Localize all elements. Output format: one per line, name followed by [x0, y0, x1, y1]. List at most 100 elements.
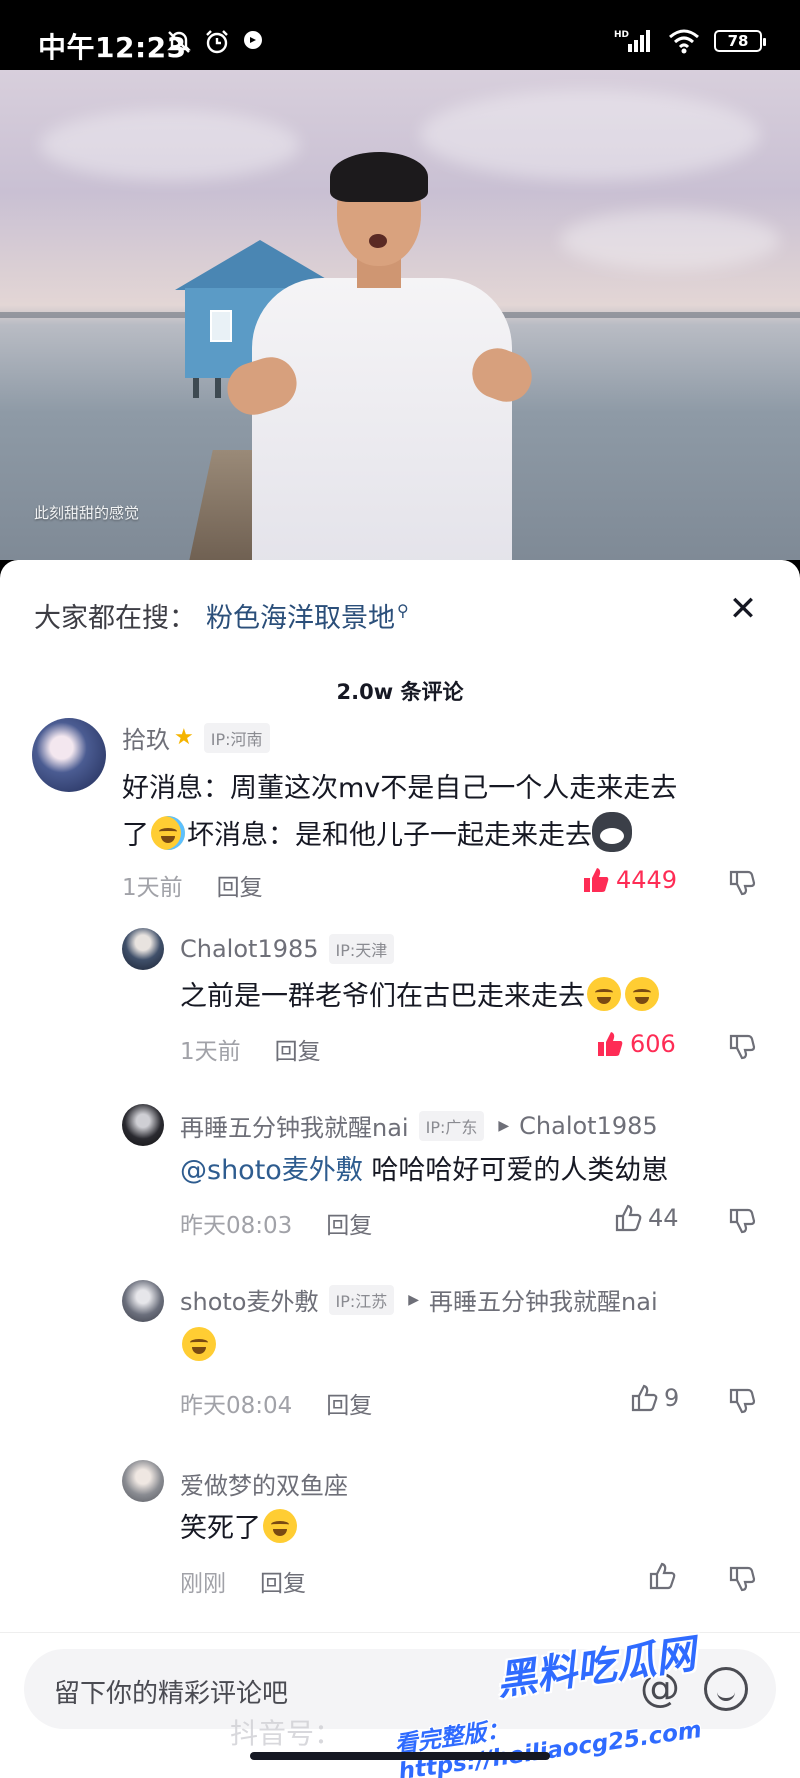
- reply-target[interactable]: ▶ 再睡五分钟我就醒nai: [408, 1282, 657, 1317]
- wifi-icon: [669, 29, 699, 54]
- thumbs-down-icon[interactable]: [728, 1564, 756, 1592]
- status-icons-right: HD 78: [614, 28, 766, 54]
- thumbs-up-icon: [631, 1384, 658, 1412]
- comment-username[interactable]: shoto麦外敷 IP:江苏 ▶ 再睡五分钟我就醒nai: [180, 1282, 658, 1317]
- app-notification-icon: [244, 31, 262, 49]
- reply-target-name[interactable]: Chalot1985: [519, 1112, 658, 1140]
- signal-icon: HD: [614, 30, 650, 52]
- reply-button[interactable]: 回复: [326, 1386, 372, 1420]
- thumbs-up-filled-icon: [598, 1032, 623, 1056]
- ip-badge: IP:天津: [328, 934, 395, 964]
- like-count: 606: [630, 1030, 676, 1058]
- username-text[interactable]: 再睡五分钟我就醒nai: [180, 1108, 409, 1143]
- comment-time: 刚刚: [180, 1571, 226, 1597]
- comment-time: 1天前: [180, 1039, 241, 1065]
- comment-meta: 昨天08:04 回复: [180, 1386, 372, 1420]
- like-count: 9: [664, 1384, 680, 1412]
- comment-time: 昨天08:04: [180, 1393, 293, 1419]
- like-button[interactable]: 9: [630, 1384, 679, 1412]
- comment-sheet: 大家都在搜： 粉色海洋取景地 ⚲ ✕ 2.0w 条评论 拾玖 ★ IP:河南 好…: [0, 560, 800, 1778]
- like-count: 44: [648, 1204, 679, 1232]
- comment-input-placeholder: 留下你的精彩评论吧: [54, 1679, 289, 1709]
- username-text[interactable]: shoto麦外敷: [180, 1282, 319, 1317]
- reply-target-name[interactable]: 再睡五分钟我就醒nai: [429, 1282, 658, 1317]
- username-text[interactable]: Chalot1985: [180, 935, 319, 963]
- comment-time: 昨天08:03: [180, 1213, 293, 1239]
- avatar[interactable]: [32, 718, 106, 792]
- reply-button[interactable]: 回复: [260, 1564, 306, 1598]
- close-button[interactable]: ✕: [726, 592, 760, 626]
- reply-button[interactable]: 回复: [217, 868, 263, 902]
- like-count: 4449: [616, 866, 678, 894]
- home-indicator[interactable]: [250, 1752, 550, 1760]
- thumbs-up-filled-icon: [584, 868, 609, 892]
- mention-link[interactable]: @shoto麦外敷: [180, 1155, 363, 1186]
- comment-text: 笑死了: [180, 1506, 299, 1552]
- alarm-icon: [206, 30, 228, 54]
- cloud: [560, 210, 780, 270]
- battery-indicator: 78: [714, 30, 766, 52]
- laughing-tears-emoji-icon: [625, 977, 659, 1011]
- thumbs-up-icon: [615, 1204, 642, 1232]
- laughing-tears-emoji-icon: [587, 977, 621, 1011]
- comment-text-part: 笑死了: [180, 1513, 261, 1544]
- comment-text-part: 之前是一群老爷们在古巴走来走去: [180, 981, 585, 1012]
- comment-text: @shoto麦外敷 哈哈哈好可爱的人类幼崽: [180, 1148, 760, 1194]
- avatar[interactable]: [122, 1460, 164, 1502]
- comment-text-part: 了: [122, 820, 149, 851]
- status-icons-left: [166, 29, 264, 55]
- bell-off-icon: [167, 31, 191, 53]
- username-text[interactable]: 爱做梦的双鱼座: [180, 1466, 348, 1501]
- comment-meta: 昨天08:03 回复: [180, 1206, 372, 1240]
- comment-text: 好消息：周董这次mv不是自己一个人走来走去 了 坏消息：是和他儿子一起走来走去: [122, 766, 762, 859]
- comment-time: 1天前: [122, 875, 183, 901]
- comment-text-part: 好消息：周董这次mv不是自己一个人走来走去: [122, 773, 678, 804]
- laughing-tears-emoji-icon: [182, 1327, 216, 1361]
- ip-badge: IP:广东: [418, 1110, 485, 1141]
- comment-username[interactable]: 拾玖 ★ IP:河南: [122, 720, 270, 755]
- like-button[interactable]: 606: [596, 1030, 676, 1058]
- like-button[interactable]: 44: [614, 1204, 679, 1232]
- status-bar: 中午12:23 HD 78: [0, 0, 800, 70]
- rofl-emoji-icon: [263, 1509, 297, 1543]
- svg-text:HD: HD: [614, 30, 629, 40]
- douyin-id-watermark: 抖音号：: [230, 1717, 343, 1750]
- avatar[interactable]: [122, 1104, 164, 1146]
- avatar[interactable]: [122, 928, 164, 970]
- thumbs-down-icon[interactable]: [728, 1032, 756, 1060]
- comment-count: 2.0w 条评论: [336, 680, 464, 704]
- hot-search-term[interactable]: 粉色海洋取景地: [206, 596, 395, 635]
- comment-username[interactable]: 再睡五分钟我就醒nai IP:广东 ▶ Chalot1985: [180, 1108, 658, 1143]
- crying-emoji-icon: [151, 816, 185, 850]
- comment-text-part: 坏消息：是和他儿子一起走来走去: [187, 820, 592, 851]
- thumbs-down-icon[interactable]: [728, 868, 756, 896]
- star-badge-icon: ★: [174, 725, 194, 750]
- comment-text: [180, 1324, 218, 1370]
- triangle-right-icon: ▶: [498, 1117, 510, 1134]
- avatar[interactable]: [122, 1280, 164, 1322]
- reply-button[interactable]: 回复: [326, 1206, 372, 1240]
- video-player[interactable]: 此刻甜甜的感觉: [0, 70, 800, 560]
- thumbs-down-icon[interactable]: [728, 1386, 756, 1414]
- reply-target[interactable]: ▶ Chalot1985: [498, 1112, 657, 1140]
- comment-username[interactable]: 爱做梦的双鱼座: [180, 1466, 348, 1501]
- hot-search-prefix: 大家都在搜：: [34, 603, 196, 634]
- thumbs-up-icon[interactable]: [648, 1562, 676, 1590]
- status-time: 中午12:23: [38, 31, 187, 64]
- singer: [220, 152, 539, 560]
- hot-search-bar[interactable]: 大家都在搜： 粉色海洋取景地 ⚲: [34, 596, 409, 635]
- video-caption: 此刻甜甜的感觉: [34, 504, 140, 522]
- comment-meta: 刚刚 回复: [180, 1564, 306, 1598]
- username-text[interactable]: 拾玖: [122, 720, 170, 755]
- triangle-right-icon: ▶: [408, 1291, 420, 1308]
- ip-badge: IP:河南: [203, 722, 270, 753]
- thumbs-down-icon[interactable]: [728, 1206, 756, 1234]
- battery-level: 78: [727, 32, 749, 50]
- reply-button[interactable]: 回复: [275, 1032, 321, 1066]
- comment-username[interactable]: Chalot1985 IP:天津: [180, 934, 395, 964]
- like-button[interactable]: 4449: [582, 866, 677, 894]
- comment-text-part: 哈哈哈好可爱的人类幼崽: [362, 1155, 669, 1186]
- comment-text: 之前是一群老爷们在古巴走来走去: [180, 974, 760, 1020]
- search-icon: ⚲: [397, 601, 409, 620]
- cat-emoji-icon: [592, 812, 632, 852]
